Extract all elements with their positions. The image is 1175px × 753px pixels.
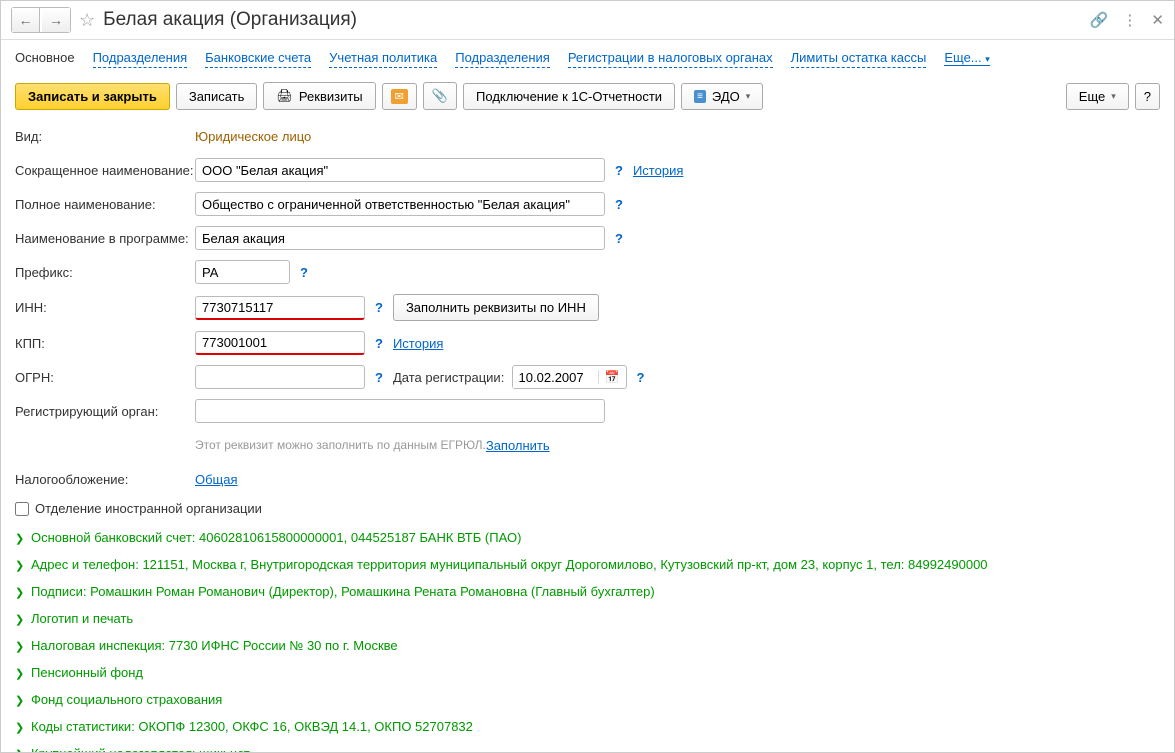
chevron-right-icon: ❯ xyxy=(15,640,25,653)
ogrn-label: ОГРН: xyxy=(15,370,195,385)
print-icon xyxy=(276,88,293,104)
link-icon[interactable]: 🔗 xyxy=(1090,11,1109,29)
connect-1c-button[interactable]: Подключение к 1С-Отчетности xyxy=(463,83,675,110)
kpp-input[interactable] xyxy=(195,331,365,355)
tab-main[interactable]: Основное xyxy=(15,50,75,67)
section-major-taxpayer[interactable]: ❯Крупнейший налогоплательщик: нет xyxy=(15,746,1160,753)
chevron-right-icon: ❯ xyxy=(15,748,25,753)
fill-by-inn-button[interactable]: Заполнить реквизиты по ИНН xyxy=(393,294,599,321)
short-name-label: Сокращенное наименование: xyxy=(15,163,195,178)
ogrn-input[interactable] xyxy=(195,365,365,389)
prefix-label: Префикс: xyxy=(15,265,195,280)
type-label: Вид: xyxy=(15,129,195,144)
inn-help[interactable]: ? xyxy=(375,300,383,315)
tab-tax-registrations[interactable]: Регистрации в налоговых органах xyxy=(568,50,773,68)
full-name-help[interactable]: ? xyxy=(615,197,623,212)
inn-label: ИНН: xyxy=(15,300,195,315)
tax-label: Налогообложение: xyxy=(15,472,195,487)
kpp-help[interactable]: ? xyxy=(375,336,383,351)
close-icon[interactable]: ✕ xyxy=(1151,11,1164,29)
section-signatures[interactable]: ❯Подписи: Ромашкин Роман Романович (Дире… xyxy=(15,584,1160,599)
mail-icon: ✉ xyxy=(391,89,408,104)
requisites-button[interactable]: Реквизиты xyxy=(263,82,375,110)
short-name-history-link[interactable]: История xyxy=(633,163,683,178)
ogrn-help[interactable]: ? xyxy=(375,370,383,385)
chevron-right-icon: ❯ xyxy=(15,586,25,599)
inn-input[interactable] xyxy=(195,296,365,320)
chevron-right-icon: ❯ xyxy=(15,721,25,734)
calendar-icon[interactable]: 📅 xyxy=(598,370,626,384)
save-button[interactable]: Записать xyxy=(176,83,258,110)
save-and-close-button[interactable]: Записать и закрыть xyxy=(15,83,170,110)
kpp-label: КПП: xyxy=(15,336,195,351)
full-name-label: Полное наименование: xyxy=(15,197,195,212)
edo-button[interactable]: ≡ЭДО▾ xyxy=(681,83,763,110)
tab-subdivisions-2[interactable]: Подразделения xyxy=(455,50,550,68)
tax-value-link[interactable]: Общая xyxy=(195,472,238,487)
foreign-org-label: Отделение иностранной организации xyxy=(35,501,262,516)
chevron-right-icon: ❯ xyxy=(15,667,25,680)
reg-org-input[interactable] xyxy=(195,399,605,423)
tab-cash-limits[interactable]: Лимиты остатка кассы xyxy=(791,50,927,68)
prefix-input[interactable] xyxy=(195,260,290,284)
attach-button[interactable] xyxy=(423,82,457,110)
edo-icon: ≡ xyxy=(694,90,706,103)
prefix-help[interactable]: ? xyxy=(300,265,308,280)
reg-date-help[interactable]: ? xyxy=(637,370,645,385)
full-name-input[interactable] xyxy=(195,192,605,216)
reg-org-label: Регистрирующий орган: xyxy=(15,404,195,419)
reg-date-input[interactable] xyxy=(513,367,598,388)
section-pension-fund[interactable]: ❯Пенсионный фонд xyxy=(15,665,1160,680)
favorite-star-icon[interactable]: ☆ xyxy=(79,10,95,31)
short-name-help[interactable]: ? xyxy=(615,163,623,178)
section-stat-codes[interactable]: ❯Коды статистики: ОКОПФ 12300, ОКФС 16, … xyxy=(15,719,1160,734)
fill-link[interactable]: Заполнить xyxy=(486,438,550,453)
section-bank-account[interactable]: ❯Основной банковский счет: 4060281061580… xyxy=(15,530,1160,545)
chevron-right-icon: ❯ xyxy=(15,559,25,572)
reg-date-label: Дата регистрации: xyxy=(393,370,504,385)
kebab-menu-icon[interactable]: ⋮ xyxy=(1122,11,1137,29)
section-tax-inspection[interactable]: ❯Налоговая инспекция: 7730 ИФНС России №… xyxy=(15,638,1160,653)
short-name-input[interactable] xyxy=(195,158,605,182)
tab-accounting-policy[interactable]: Учетная политика xyxy=(329,50,437,68)
kpp-history-link[interactable]: История xyxy=(393,336,443,351)
prog-name-label: Наименование в программе: xyxy=(15,231,195,246)
reg-org-hint: Этот реквизит можно заполнить по данным … xyxy=(195,438,486,452)
window-title: Белая акация (Организация) xyxy=(103,9,1090,31)
chevron-right-icon: ❯ xyxy=(15,694,25,707)
type-value: Юридическое лицо xyxy=(195,129,311,144)
prog-name-input[interactable] xyxy=(195,226,605,250)
paperclip-icon xyxy=(432,88,448,104)
section-logo-stamp[interactable]: ❯Логотип и печать xyxy=(15,611,1160,626)
section-social-insurance[interactable]: ❯Фонд социального страхования xyxy=(15,692,1160,707)
nav-forward-button[interactable]: → xyxy=(42,8,70,32)
foreign-org-checkbox[interactable] xyxy=(15,502,29,516)
chevron-right-icon: ❯ xyxy=(15,613,25,626)
chevron-right-icon: ❯ xyxy=(15,532,25,545)
prog-name-help[interactable]: ? xyxy=(615,231,623,246)
tab-bank-accounts[interactable]: Банковские счета xyxy=(205,50,311,68)
tab-more[interactable]: Еще... ▾ xyxy=(944,50,989,66)
section-address-phone[interactable]: ❯Адрес и телефон: 121151, Москва г, Внут… xyxy=(15,557,1160,572)
help-button[interactable]: ? xyxy=(1135,83,1160,110)
tab-subdivisions[interactable]: Подразделения xyxy=(93,50,188,68)
nav-back-button[interactable]: ← xyxy=(12,8,40,32)
mail-button[interactable]: ✉ xyxy=(382,83,417,110)
more-button[interactable]: Еще ▾ xyxy=(1066,83,1129,110)
